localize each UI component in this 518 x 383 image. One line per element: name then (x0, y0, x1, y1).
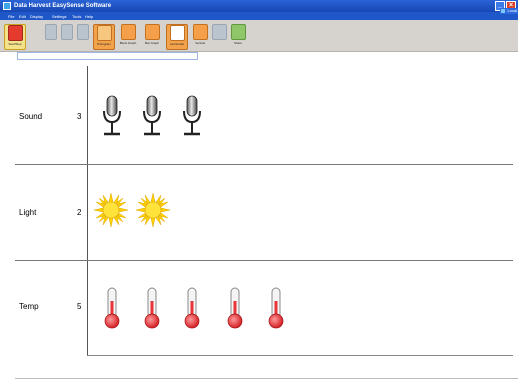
menu-bar: File Edit Display Settings Tools Help (0, 12, 518, 20)
row-count-temp: 5 (77, 302, 82, 311)
row-divider (15, 164, 513, 165)
vertical-button[interactable]: Vertical (191, 24, 209, 50)
microphone-icon (183, 95, 201, 136)
block-graph-button[interactable]: Block Graph (118, 24, 138, 50)
record-icon (7, 25, 23, 41)
share-button[interactable]: Share (230, 24, 246, 50)
horizontal-icon (169, 25, 185, 41)
thermometer-icon (104, 287, 120, 329)
mode-icon (45, 24, 57, 40)
baseline (87, 355, 513, 356)
menu-display[interactable]: Display (30, 14, 43, 19)
microphone-icon (103, 95, 121, 136)
pictogram-area (15, 60, 518, 383)
row-label-light: Light (19, 208, 37, 217)
thermometer-icon (227, 287, 243, 329)
vertical-icon (192, 24, 208, 40)
share-icon (230, 24, 246, 40)
disabled-tool-button-3[interactable] (76, 24, 90, 50)
disabled-tool-button-4[interactable] (212, 24, 227, 50)
thermometer-icon (268, 287, 284, 329)
pictogram-button[interactable]: Pictogram (93, 24, 115, 50)
pictogram-icon (96, 25, 112, 41)
menu-settings[interactable]: Settings (52, 14, 66, 19)
row-label-temp: Temp (19, 302, 39, 311)
window-title: Data Harvest EasySense Software (14, 3, 112, 9)
axis-line (87, 66, 88, 355)
input-strip[interactable] (17, 52, 198, 60)
menu-help[interactable]: Help (85, 14, 93, 19)
menu-file[interactable]: File (8, 14, 14, 19)
row-divider (15, 260, 513, 261)
disabled-icon (212, 24, 227, 40)
menu-tools[interactable]: Tools (72, 14, 81, 19)
start-stop-button[interactable]: Start/Stop (4, 24, 26, 50)
frame-bottom (15, 378, 518, 379)
row-count-light: 2 (77, 208, 82, 217)
sun-icon (136, 193, 170, 227)
block-graph-icon (120, 24, 136, 40)
bar-graph-button[interactable]: Bar Graph (142, 24, 162, 50)
disabled-tool-button-1[interactable] (44, 24, 58, 50)
app-icon (3, 2, 11, 10)
microphone-icon (143, 95, 161, 136)
mode-icon (61, 24, 73, 40)
horizontal-button[interactable]: Horizontal (166, 24, 188, 50)
connection-status-badge: Local (500, 8, 518, 14)
disabled-tool-button-2[interactable] (60, 24, 74, 50)
thermometer-icon (144, 287, 160, 329)
row-count-sound: 3 (77, 112, 82, 121)
bar-graph-icon (144, 24, 160, 40)
menu-edit[interactable]: Edit (19, 14, 26, 19)
sun-icon (94, 193, 128, 227)
title-bar: Data Harvest EasySense Software _ × (0, 0, 518, 12)
mode-icon (77, 24, 89, 40)
thermometer-icon (184, 287, 200, 329)
toolbar: Start/Stop Pictogram Block Graph Bar Gra… (0, 20, 518, 52)
row-label-sound: Sound (19, 112, 43, 121)
